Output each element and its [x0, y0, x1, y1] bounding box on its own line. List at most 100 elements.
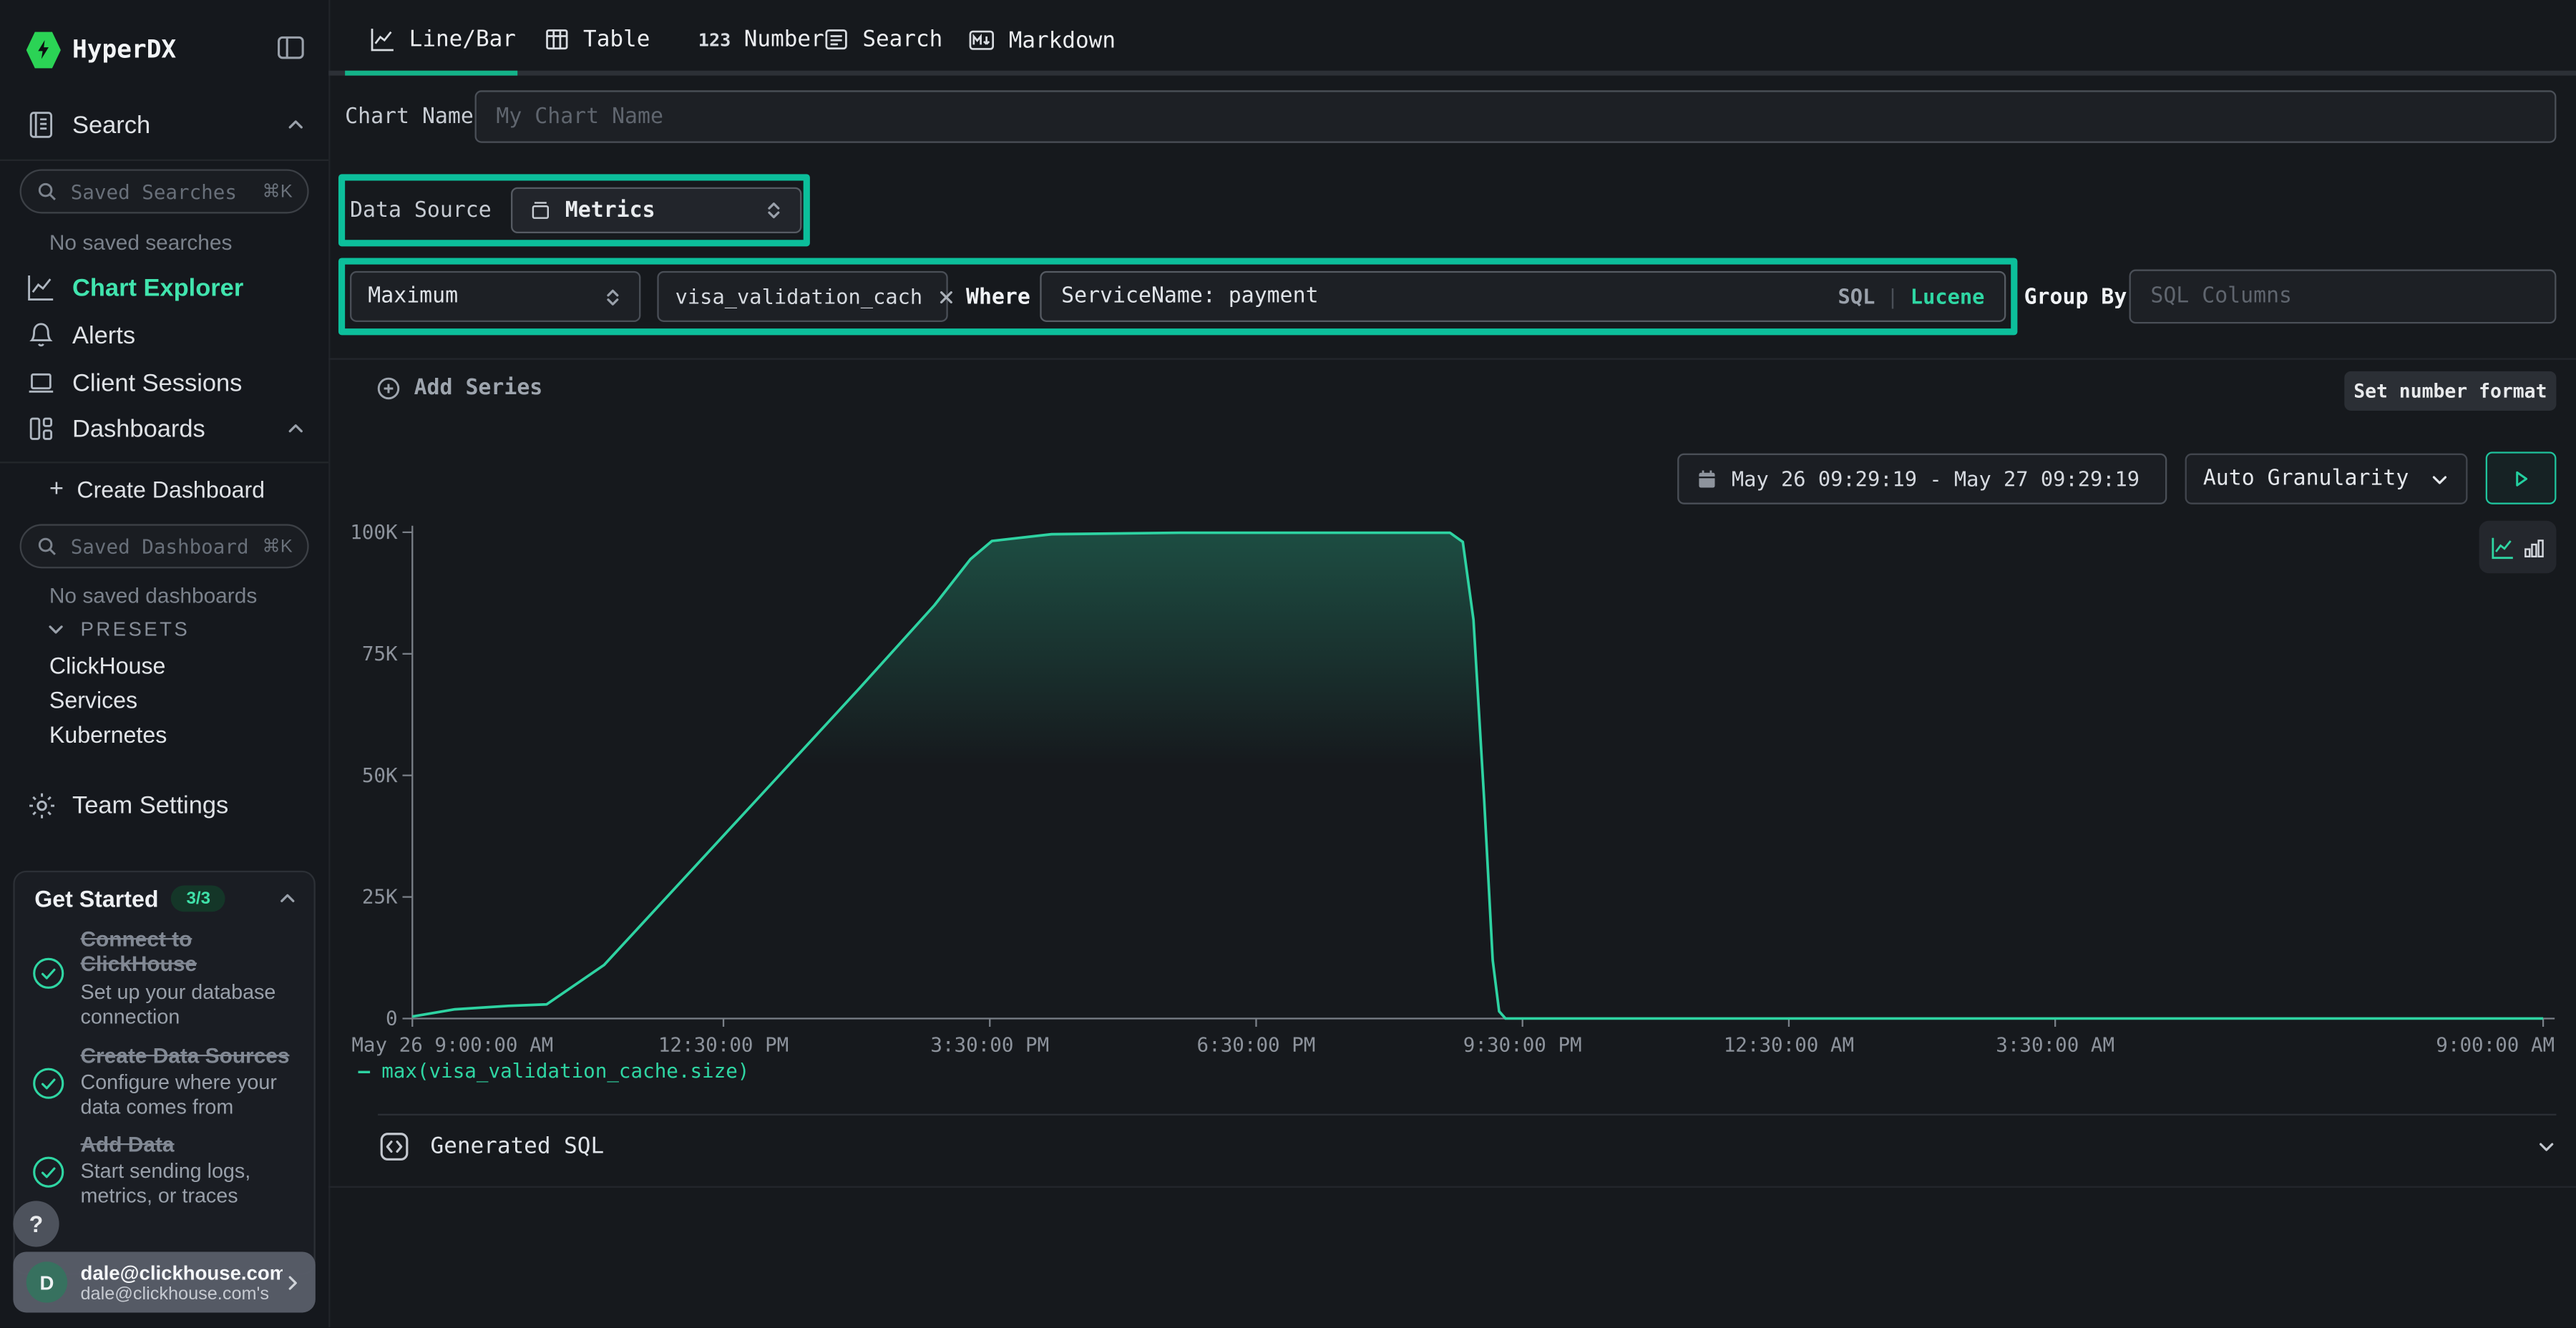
svg-text:25K: 25K [362, 886, 398, 909]
metrics-box-icon [529, 199, 552, 222]
hyperdx-logo-icon [26, 31, 61, 69]
sidebar-item-label: Alerts [72, 321, 135, 349]
svg-text:9:00:00 AM: 9:00:00 AM [2436, 1033, 2555, 1056]
task-description: Start sending logs, metrics, or traces [81, 1160, 308, 1209]
dashboard-grid-icon [26, 414, 56, 444]
calendar-icon [1695, 467, 1718, 490]
get-started-header[interactable]: Get Started 3/3 [34, 886, 297, 912]
plus-circle-icon [376, 376, 401, 401]
tab-search[interactable]: Search [823, 26, 942, 53]
journal-icon [26, 110, 56, 140]
task-description: Configure where your data comes from [81, 1071, 308, 1120]
saved-dashboards-input[interactable]: ⌘K [20, 524, 309, 568]
group-by-field[interactable] [2131, 284, 2555, 308]
saved-searches-field[interactable] [67, 178, 253, 205]
task-title: Add Data [81, 1132, 311, 1156]
svg-text:100K: 100K [350, 521, 398, 544]
123-icon: 123 [698, 29, 731, 50]
tab-line-bar[interactable]: Line/Bar [370, 26, 516, 53]
data-source-select[interactable]: Metrics [511, 187, 801, 233]
sidebar-item-dashboards[interactable]: Dashboards [26, 414, 306, 444]
timeseries-chart[interactable]: 025K50K75K100KMay 26 9:00:00 AM12:30:00 … [345, 519, 2556, 1062]
date-range-value: May 26 09:29:19 - May 27 09:29:19 [1732, 467, 2140, 491]
avatar: D [26, 1261, 67, 1302]
create-dashboard-button[interactable]: + Create Dashboard [49, 475, 265, 503]
bell-icon [26, 321, 56, 350]
chevron-up-icon[interactable] [286, 115, 306, 135]
date-range-picker[interactable]: May 26 09:29:19 - May 27 09:29:19 [1677, 454, 2167, 504]
sidebar-item-client-sessions[interactable]: Client Sessions [26, 368, 306, 397]
where-field[interactable] [1042, 284, 1838, 308]
where-input[interactable]: SQL | Lucene [1040, 271, 2006, 322]
tab-label: Search [862, 26, 942, 53]
set-number-format-button[interactable]: Set number format [2344, 371, 2556, 411]
preset-item-clickhouse[interactable]: ClickHouse [49, 652, 166, 678]
generated-sql-toggle[interactable]: Generated SQL [378, 1131, 2556, 1163]
get-started-badge: 3/3 [172, 886, 225, 912]
active-tab-underline [345, 71, 517, 76]
tab-number[interactable]: 123 Number [698, 26, 824, 53]
plus-icon: + [49, 475, 64, 503]
data-source-value: Metrics [565, 198, 655, 223]
aggregation-value: Maximum [368, 284, 458, 308]
tab-markdown[interactable]: Markdown [967, 26, 1116, 54]
legend-series-label: max(visa_validation_cache.size) [381, 1060, 749, 1083]
chart-name-input[interactable] [475, 90, 2557, 142]
toggle-divider: | [1886, 284, 1898, 308]
tab-underline-track [328, 71, 2576, 76]
chevron-up-icon[interactable] [286, 419, 306, 439]
preset-item-kubernetes[interactable]: Kubernetes [49, 721, 167, 748]
chevron-up-icon[interactable] [278, 889, 298, 909]
select-caret-icon [764, 200, 784, 220]
chart-name-field[interactable] [477, 104, 2555, 129]
chart-legend[interactable]: — max(visa_validation_cache.size) [358, 1060, 750, 1083]
tab-label: Markdown [1009, 27, 1116, 54]
task-title: Connect to ClickHouse [81, 927, 301, 976]
sidebar-collapse-icon[interactable] [276, 33, 306, 62]
granularity-value: Auto Granularity [2203, 467, 2409, 491]
select-caret-icon [603, 287, 623, 307]
svg-text:12:30:00 PM: 12:30:00 PM [658, 1033, 789, 1056]
line-chart-icon [26, 273, 56, 302]
saved-searches-input[interactable]: ⌘K [20, 169, 309, 213]
saved-dashboards-field[interactable] [67, 533, 253, 560]
markdown-icon [967, 26, 995, 54]
sidebar-item-search[interactable]: Search [26, 110, 306, 140]
sidebar: HyperDX Search ⌘K No saved searches Char… [0, 0, 330, 1327]
close-icon[interactable] [936, 287, 956, 307]
sidebar-item-team-settings[interactable]: Team Settings [26, 790, 306, 821]
svg-text:3:30:00 PM: 3:30:00 PM [930, 1033, 1049, 1056]
group-by-input[interactable] [2129, 270, 2557, 324]
preset-item-services[interactable]: Services [49, 687, 137, 713]
get-started-card: Get Started 3/3 Connect to ClickHouse Se… [13, 871, 315, 1275]
app-window: HyperDX Search ⌘K No saved searches Char… [0, 0, 2576, 1328]
help-button[interactable]: ? [13, 1201, 59, 1246]
divider [0, 462, 328, 463]
app-title: HyperDX [72, 34, 176, 64]
data-source-label: Data Source [350, 199, 492, 223]
laptop-icon [26, 368, 56, 397]
sidebar-item-alerts[interactable]: Alerts [26, 321, 306, 350]
sql-toggle[interactable]: SQL [1838, 284, 1875, 308]
card-text-icon [823, 26, 849, 53]
divider [378, 1114, 2556, 1115]
sidebar-item-chart-explorer[interactable]: Chart Explorer [26, 273, 306, 302]
tab-label: Number [744, 26, 824, 53]
tab-table[interactable]: Table [544, 26, 650, 53]
sidebar-item-label: Search [72, 111, 150, 139]
add-series-button[interactable]: Add Series [376, 376, 543, 401]
lucene-toggle[interactable]: Lucene [1911, 284, 1985, 308]
search-icon [36, 535, 58, 557]
svg-text:6:30:00 PM: 6:30:00 PM [1197, 1033, 1316, 1056]
presets-toggle[interactable]: PRESETS [46, 617, 190, 640]
tab-label: Table [583, 26, 650, 53]
aggregation-select[interactable]: Maximum [350, 271, 640, 322]
svg-text:May 26 9:00:00 AM: May 26 9:00:00 AM [351, 1033, 553, 1056]
sidebar-item-label: Team Settings [72, 792, 228, 820]
granularity-select[interactable]: Auto Granularity [2185, 454, 2468, 504]
divider [328, 358, 2576, 360]
metric-field-tag[interactable]: visa_validation_cach [657, 271, 947, 322]
check-circle-icon [31, 1155, 66, 1198]
run-query-button[interactable] [2486, 451, 2557, 504]
user-menu[interactable]: D dale@clickhouse.com dale@clickhouse.co… [13, 1251, 315, 1312]
